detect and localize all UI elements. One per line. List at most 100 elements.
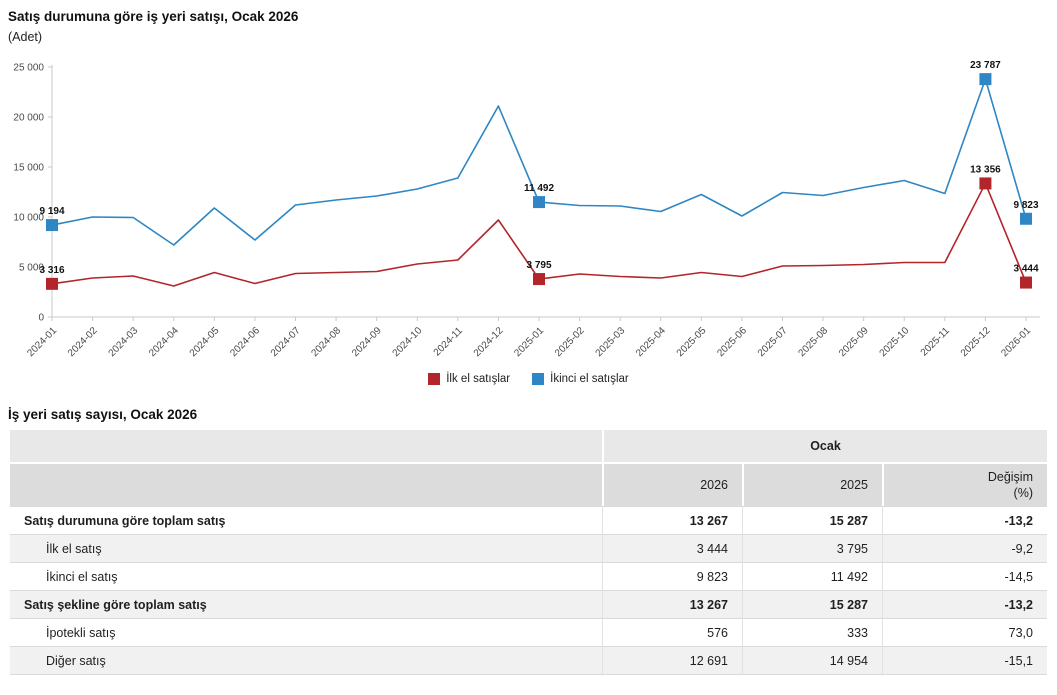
x-axis-tick-label: 2024-05 — [188, 325, 222, 359]
cell-2025: 11 492 — [742, 562, 882, 590]
cell-2025: 15 287 — [742, 590, 882, 618]
x-axis-tick-label: 2024-01 — [25, 325, 59, 359]
x-axis-tick-label: 2024-07 — [269, 325, 303, 359]
column-header-change-percent: Değişim (%) — [882, 462, 1047, 506]
x-axis-tick-label: 2025-08 — [796, 325, 830, 359]
data-point-label: 23 787 — [970, 60, 1001, 71]
row-label: İlk el satış — [10, 534, 602, 562]
data-point-marker-ikinci-el[interactable] — [533, 196, 545, 208]
column-group-header: Ocak — [602, 430, 1047, 462]
cell-2025: 15 287 — [742, 506, 882, 534]
x-axis-tick-label: 2025-12 — [959, 325, 993, 359]
x-axis-tick-label: 2024-09 — [350, 325, 384, 359]
legend-label: İkinci el satışlar — [550, 373, 629, 385]
series-line-ikinci-el — [52, 79, 1026, 245]
table-row: İlk el satış3 4443 795-9,2 — [10, 534, 1047, 562]
table-row: İpotekli satış57633373,0 — [10, 618, 1047, 646]
data-point-label: 3 444 — [1013, 264, 1038, 275]
table-row: Diğer satış12 69114 954-15,1 — [10, 646, 1047, 675]
x-axis-tick-label: 2025-04 — [634, 325, 668, 359]
x-axis-tick-label: 2025-07 — [756, 325, 790, 359]
x-axis-tick-label: 2024-11 — [432, 325, 466, 359]
table-row: İkinci el satış9 82311 492-14,5 — [10, 562, 1047, 590]
table-subheader-empty-cell — [10, 462, 602, 506]
y-axis-tick-label: 20 000 — [13, 113, 44, 124]
sales-table: Ocak 2026 2025 Değişim (%) Satış durumun… — [10, 430, 1047, 675]
cell-2025: 14 954 — [742, 646, 882, 675]
legend-label: İlk el satışlar — [446, 373, 510, 385]
row-label: İkinci el satış — [10, 562, 602, 590]
x-axis-tick-label: 2025-11 — [919, 325, 953, 359]
cell-2026: 13 267 — [602, 590, 742, 618]
data-point-label: 9 194 — [39, 206, 64, 217]
x-axis-tick-label: 2024-04 — [147, 325, 181, 359]
cell-2026: 9 823 — [602, 562, 742, 590]
column-header-2026: 2026 — [602, 462, 742, 506]
x-axis-tick-label: 2025-02 — [553, 325, 587, 359]
chart-subtitle: (Adet) — [8, 30, 1057, 44]
data-point-label: 11 492 — [524, 183, 554, 194]
table-header-row: 2026 2025 Değişim (%) — [10, 462, 1047, 506]
data-point-marker-ikinci-el[interactable] — [46, 219, 58, 231]
cell-change-percent: -15,1 — [882, 646, 1047, 675]
cell-change-percent: 73,0 — [882, 618, 1047, 646]
x-axis-tick-label: 2024-12 — [472, 325, 506, 359]
x-axis-tick-label: 2024-02 — [66, 325, 100, 359]
cell-2026: 13 267 — [602, 506, 742, 534]
cell-change-percent: -13,2 — [882, 506, 1047, 534]
legend-swatch-blue — [532, 373, 544, 385]
y-axis-tick-label: 0 — [38, 313, 44, 324]
column-header-2025: 2025 — [742, 462, 882, 506]
cell-change-percent: -13,2 — [882, 590, 1047, 618]
cell-2026: 3 444 — [602, 534, 742, 562]
cell-2026: 12 691 — [602, 646, 742, 675]
table-row: Satış durumuna göre toplam satış13 26715… — [10, 506, 1047, 534]
cell-2025: 3 795 — [742, 534, 882, 562]
x-axis-tick-label: 2025-05 — [675, 325, 709, 359]
cell-2026: 576 — [602, 618, 742, 646]
data-point-marker-ilk-el[interactable] — [46, 278, 58, 290]
row-label: Satış şekline göre toplam satış — [10, 590, 602, 618]
cell-change-percent: -9,2 — [882, 534, 1047, 562]
x-axis-tick-label: 2024-10 — [391, 325, 425, 359]
x-axis-tick-label: 2024-08 — [309, 325, 343, 359]
data-point-label: 13 356 — [970, 164, 1001, 175]
x-axis-tick-label: 2025-09 — [837, 325, 871, 359]
y-axis-tick-label: 15 000 — [13, 163, 44, 174]
x-axis-tick-label: 2024-06 — [228, 325, 262, 359]
x-axis-tick-label: 2025-03 — [594, 325, 628, 359]
data-point-label: 3 795 — [526, 260, 551, 271]
table-row: Satış şekline göre toplam satış13 26715 … — [10, 590, 1047, 618]
data-point-marker-ilk-el[interactable] — [979, 177, 991, 189]
table-section: İş yeri satış sayısı, Ocak 2026 Ocak 202… — [0, 407, 1057, 675]
data-point-marker-ilk-el[interactable] — [1020, 277, 1032, 289]
row-label: İpotekli satış — [10, 618, 602, 646]
x-axis-tick-label: 2025-01 — [512, 325, 546, 359]
cell-2025: 333 — [742, 618, 882, 646]
x-axis-tick-label: 2025-06 — [715, 325, 749, 359]
row-label: Satış durumuna göre toplam satış — [10, 506, 602, 534]
chart-legend: İlk el satışlar İkinci el satışlar — [0, 373, 1057, 385]
chart-title: Satış durumuna göre iş yeri satışı, Ocak… — [8, 8, 1057, 26]
x-axis-tick-label: 2025-10 — [878, 325, 912, 359]
row-label: Diğer satış — [10, 646, 602, 675]
data-point-marker-ikinci-el[interactable] — [979, 73, 991, 85]
table-corner-cell — [10, 430, 602, 462]
data-point-label: 3 316 — [39, 265, 64, 276]
legend-swatch-red — [428, 373, 440, 385]
line-chart: 05 00010 00015 00020 00025 0002024-01202… — [0, 50, 1057, 373]
data-point-marker-ikinci-el[interactable] — [1020, 213, 1032, 225]
legend-item-ilk-el-satislar[interactable]: İlk el satışlar — [428, 373, 510, 385]
statistics-page: Satış durumuna göre iş yeri satışı, Ocak… — [0, 0, 1057, 675]
data-point-marker-ilk-el[interactable] — [533, 273, 545, 285]
table-group-header-row: Ocak — [10, 430, 1047, 462]
x-axis-tick-label: 2024-03 — [107, 325, 141, 359]
legend-item-ikinci-el-satislar[interactable]: İkinci el satışlar — [532, 373, 629, 385]
line-chart-svg: 05 00010 00015 00020 00025 0002024-01202… — [0, 50, 1057, 368]
chart-section: Satış durumuna göre iş yeri satışı, Ocak… — [0, 0, 1057, 385]
data-point-label: 9 823 — [1013, 200, 1038, 211]
table-title: İş yeri satış sayısı, Ocak 2026 — [8, 407, 1057, 422]
y-axis-tick-label: 25 000 — [13, 63, 44, 74]
x-axis-tick-label: 2026-01 — [999, 325, 1033, 359]
cell-change-percent: -14,5 — [882, 562, 1047, 590]
